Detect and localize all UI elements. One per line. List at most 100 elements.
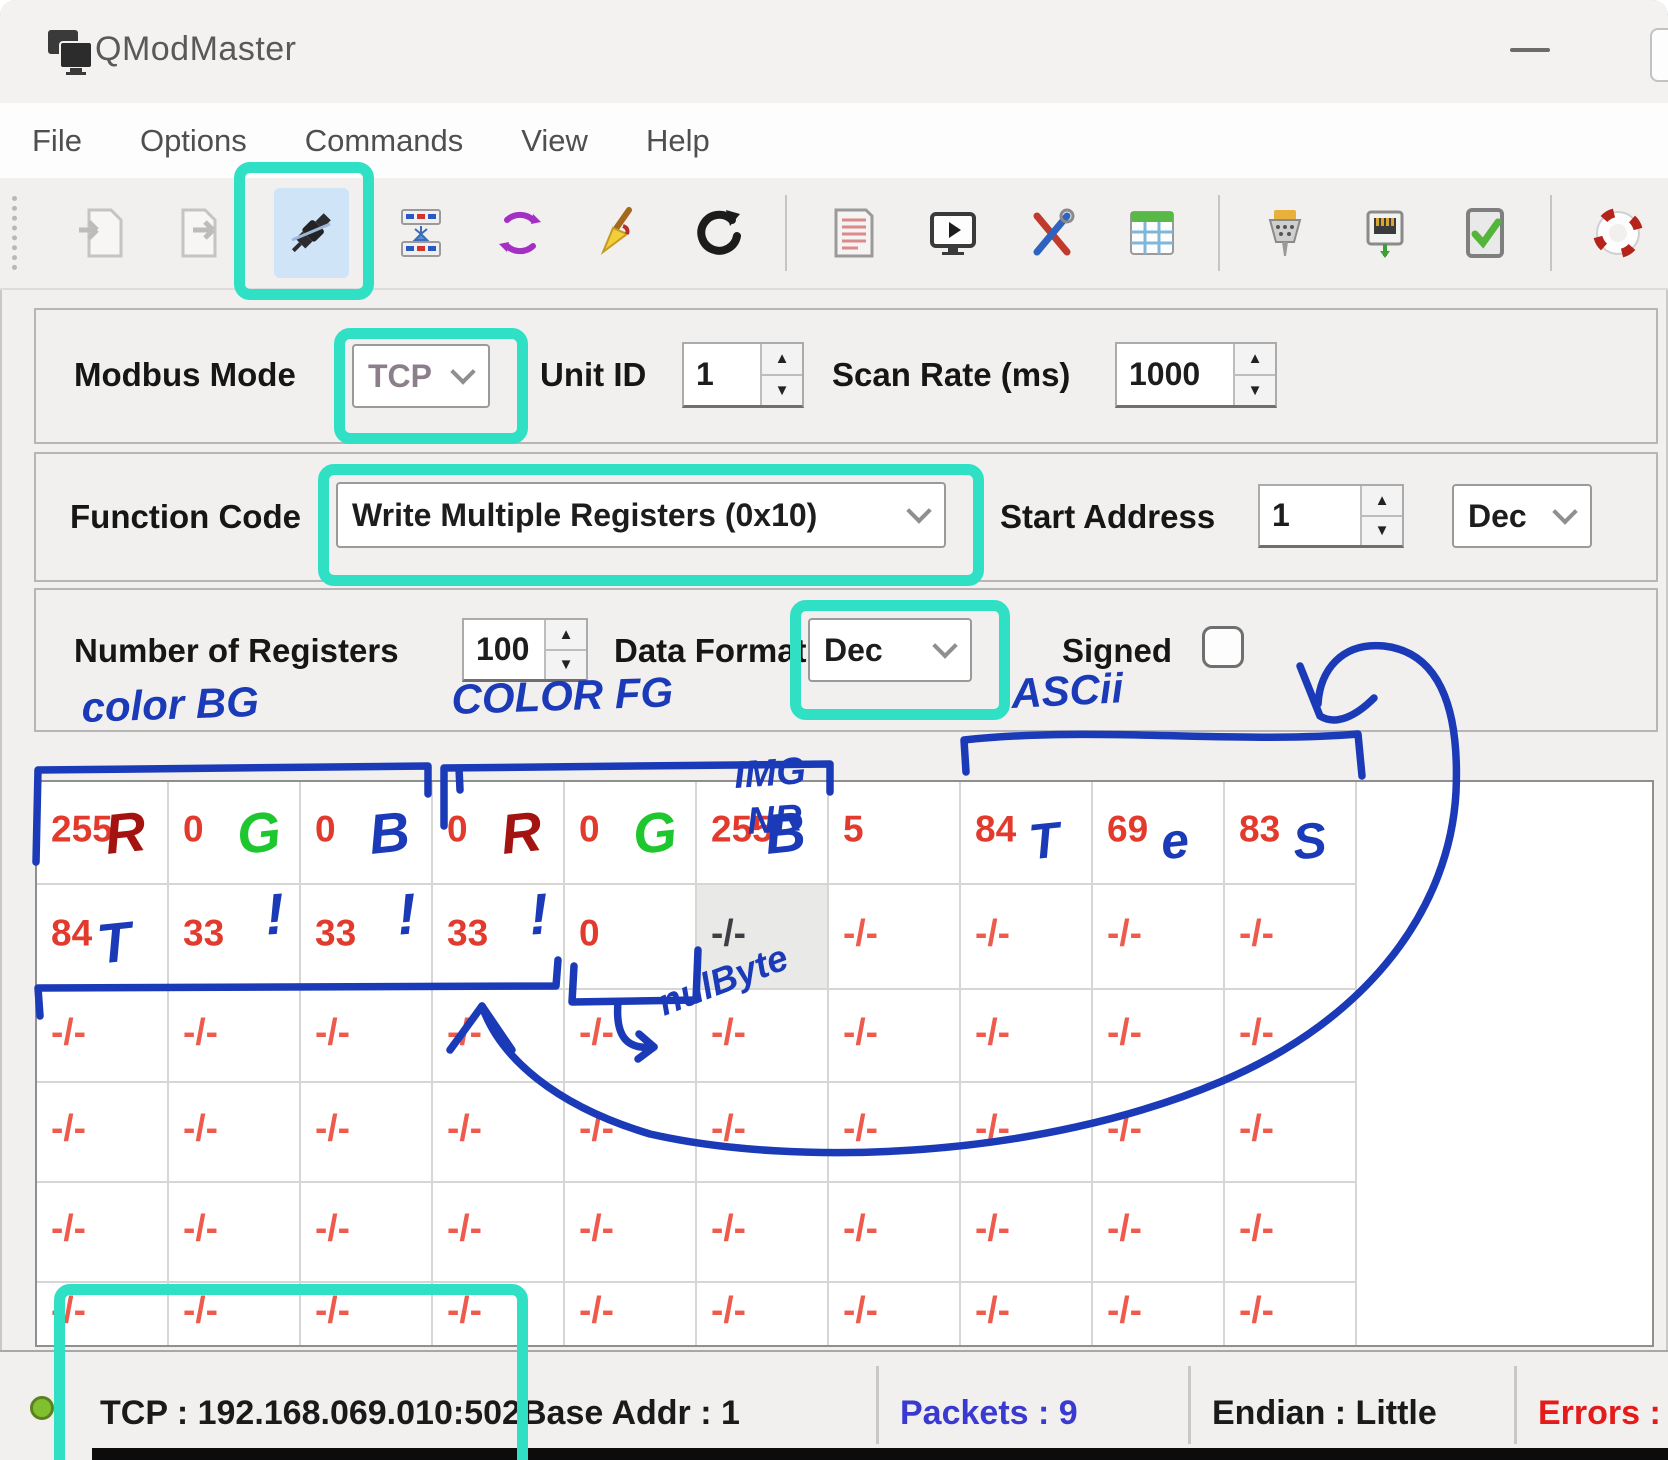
clear-data-icon[interactable] bbox=[592, 204, 648, 262]
register-cell-r1c7[interactable]: -/- bbox=[961, 885, 1093, 990]
options-check-icon[interactable] bbox=[1457, 204, 1513, 262]
register-cell-r3c3[interactable]: -/- bbox=[433, 1083, 565, 1183]
register-cell-r3c9[interactable]: -/- bbox=[1225, 1083, 1357, 1183]
register-cell-r1c8[interactable]: -/- bbox=[1093, 885, 1225, 990]
register-cell-r5c3[interactable]: -/- bbox=[433, 1283, 565, 1347]
start-address-stepper[interactable]: 1 ▲▼ bbox=[1258, 484, 1404, 548]
register-cell-r4c1[interactable]: -/- bbox=[169, 1183, 301, 1283]
load-session-icon[interactable] bbox=[75, 204, 131, 262]
register-cell-r1c6[interactable]: -/- bbox=[829, 885, 961, 990]
register-cell-r1c4[interactable]: 0 bbox=[565, 885, 697, 990]
register-cell-r2c2[interactable]: -/- bbox=[301, 990, 433, 1083]
spin-down-icon[interactable]: ▼ bbox=[1235, 376, 1275, 406]
register-cell-r3c6[interactable]: -/- bbox=[829, 1083, 961, 1183]
reset-counters-icon[interactable] bbox=[692, 204, 748, 262]
register-cell-r2c5[interactable]: -/- bbox=[697, 990, 829, 1083]
register-cell-r0c4[interactable]: 0G bbox=[565, 782, 697, 885]
spin-up-icon[interactable]: ▲ bbox=[1362, 486, 1402, 517]
register-cell-r4c5[interactable]: -/- bbox=[697, 1183, 829, 1283]
log-icon[interactable] bbox=[825, 204, 881, 262]
register-cell-r1c1[interactable]: 33! bbox=[169, 885, 301, 990]
register-cell-r1c2[interactable]: 33! bbox=[301, 885, 433, 990]
register-cell-r1c5[interactable]: -/- bbox=[697, 885, 829, 990]
register-cell-r3c0[interactable]: -/- bbox=[37, 1083, 169, 1183]
bus-monitor-icon[interactable] bbox=[925, 204, 981, 262]
spin-up-icon[interactable]: ▲ bbox=[762, 344, 802, 376]
tools-icon[interactable] bbox=[1024, 204, 1080, 262]
register-cell-r3c7[interactable]: -/- bbox=[961, 1083, 1093, 1183]
register-cell-r3c2[interactable]: -/- bbox=[301, 1083, 433, 1183]
register-cell-r2c1[interactable]: -/- bbox=[169, 990, 301, 1083]
registers-table-icon[interactable] bbox=[1124, 204, 1180, 262]
register-cell-r3c4[interactable]: -/- bbox=[565, 1083, 697, 1183]
num-registers-spin-buttons[interactable]: ▲▼ bbox=[544, 620, 586, 679]
register-cell-r4c6[interactable]: -/- bbox=[829, 1183, 961, 1283]
scan-icon[interactable] bbox=[492, 204, 548, 262]
register-cell-r2c0[interactable]: -/- bbox=[37, 990, 169, 1083]
register-cell-r5c9[interactable]: -/- bbox=[1225, 1283, 1357, 1347]
register-cell-r0c1[interactable]: 0G bbox=[169, 782, 301, 885]
register-cell-r3c8[interactable]: -/- bbox=[1093, 1083, 1225, 1183]
start-address-format-select[interactable]: Dec bbox=[1452, 484, 1592, 548]
register-cell-r2c9[interactable]: -/- bbox=[1225, 990, 1357, 1083]
spin-up-icon[interactable]: ▲ bbox=[1235, 344, 1275, 376]
register-cell-r2c4[interactable]: -/- bbox=[565, 990, 697, 1083]
register-cell-r1c9[interactable]: -/- bbox=[1225, 885, 1357, 990]
menu-item-file[interactable]: File bbox=[32, 123, 82, 159]
register-cell-r4c7[interactable]: -/- bbox=[961, 1183, 1093, 1283]
register-cell-r2c6[interactable]: -/- bbox=[829, 990, 961, 1083]
register-cell-r0c7[interactable]: 84T bbox=[961, 782, 1093, 885]
register-cell-r4c4[interactable]: -/- bbox=[565, 1183, 697, 1283]
menu-item-view[interactable]: View bbox=[521, 123, 588, 159]
register-cell-r0c2[interactable]: 0B bbox=[301, 782, 433, 885]
register-cell-r0c9[interactable]: 83S bbox=[1225, 782, 1357, 885]
spin-down-icon[interactable]: ▼ bbox=[546, 651, 586, 680]
unit-id-stepper[interactable]: 1 ▲▼ bbox=[682, 342, 804, 408]
save-session-icon[interactable] bbox=[174, 204, 230, 262]
register-cell-r0c6[interactable]: 5 bbox=[829, 782, 961, 885]
register-cell-r4c3[interactable]: -/- bbox=[433, 1183, 565, 1283]
unit-id-spin-buttons[interactable]: ▲▼ bbox=[760, 344, 802, 405]
register-cell-r4c2[interactable]: -/- bbox=[301, 1183, 433, 1283]
register-cell-r4c8[interactable]: -/- bbox=[1093, 1183, 1225, 1283]
register-cell-r3c5[interactable]: -/- bbox=[697, 1083, 829, 1183]
menu-item-options[interactable]: Options bbox=[140, 123, 247, 159]
spin-down-icon[interactable]: ▼ bbox=[1362, 517, 1402, 546]
menu-item-help[interactable]: Help bbox=[646, 123, 710, 159]
read-write-icon[interactable] bbox=[393, 204, 449, 262]
register-cell-r5c7[interactable]: -/- bbox=[961, 1283, 1093, 1347]
register-cell-r5c2[interactable]: -/- bbox=[301, 1283, 433, 1347]
register-cell-r3c1[interactable]: -/- bbox=[169, 1083, 301, 1183]
scan-rate-stepper[interactable]: 1000 ▲▼ bbox=[1115, 342, 1277, 408]
register-cell-r5c6[interactable]: -/- bbox=[829, 1283, 961, 1347]
register-cell-r5c5[interactable]: -/- bbox=[697, 1283, 829, 1347]
register-cell-r5c0[interactable]: -/- bbox=[37, 1283, 169, 1347]
menu-item-commands[interactable]: Commands bbox=[305, 123, 464, 159]
scan-rate-spin-buttons[interactable]: ▲▼ bbox=[1233, 344, 1275, 405]
register-cell-r2c7[interactable]: -/- bbox=[961, 990, 1093, 1083]
register-cell-r0c3[interactable]: 0R bbox=[433, 782, 565, 885]
signed-checkbox[interactable] bbox=[1202, 626, 1244, 668]
register-cell-r2c8[interactable]: -/- bbox=[1093, 990, 1225, 1083]
spin-up-icon[interactable]: ▲ bbox=[546, 620, 586, 651]
register-cell-r0c0[interactable]: 255R bbox=[37, 782, 169, 885]
connect-icon[interactable] bbox=[274, 188, 349, 278]
help-lifebuoy-icon[interactable] bbox=[1590, 204, 1646, 262]
register-cell-r0c5[interactable]: 255B bbox=[697, 782, 829, 885]
register-cell-r1c0[interactable]: 84T bbox=[37, 885, 169, 990]
register-cell-r5c4[interactable]: -/- bbox=[565, 1283, 697, 1347]
register-cell-r5c1[interactable]: -/- bbox=[169, 1283, 301, 1347]
toolbar-drag-handle[interactable] bbox=[12, 196, 25, 270]
modbus-mode-select[interactable]: TCP bbox=[352, 344, 490, 408]
maximize-button[interactable] bbox=[1650, 28, 1668, 82]
register-cell-r5c8[interactable]: -/- bbox=[1093, 1283, 1225, 1347]
register-cell-r4c0[interactable]: -/- bbox=[37, 1183, 169, 1283]
data-format-select[interactable]: Dec bbox=[808, 618, 972, 682]
network-settings-icon[interactable] bbox=[1357, 204, 1413, 262]
register-cell-r2c3[interactable]: -/- bbox=[433, 990, 565, 1083]
function-code-select[interactable]: Write Multiple Registers (0x10) bbox=[336, 482, 946, 548]
start-address-spin-buttons[interactable]: ▲▼ bbox=[1360, 486, 1402, 545]
register-cell-r1c3[interactable]: 33! bbox=[433, 885, 565, 990]
register-cell-r4c9[interactable]: -/- bbox=[1225, 1183, 1357, 1283]
serial-settings-icon[interactable] bbox=[1258, 204, 1314, 262]
